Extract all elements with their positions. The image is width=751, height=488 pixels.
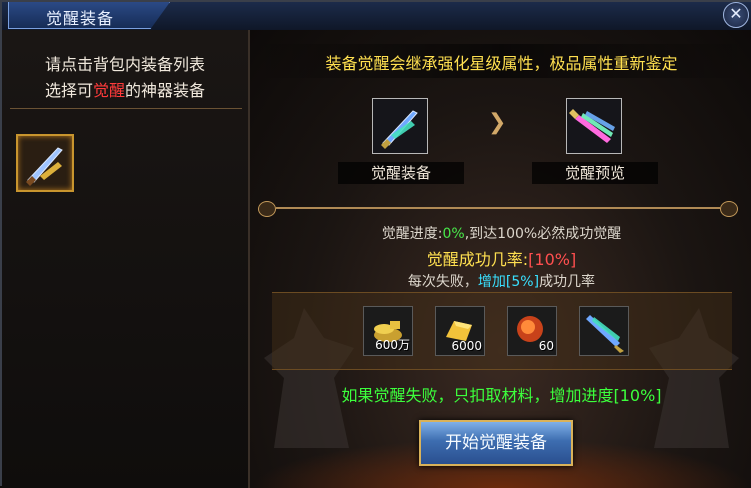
equipment-list-panel: 请点击背包内装备列表 选择可觉醒的神器装备 (2, 30, 250, 488)
success-rate-label: 觉醒成功几率: (426, 250, 529, 269)
failure-notice: 如果觉醒失败，只扣取材料，增加进度[10%] (341, 386, 662, 405)
window-title: 觉醒装备 (46, 9, 115, 28)
title-bar: 觉醒装备 ✕ (2, 2, 751, 31)
divider-cap (258, 201, 276, 217)
awaken-equipment-slot[interactable] (372, 98, 428, 154)
glowing-sword-icon (569, 109, 615, 143)
fail-note-text: 成功几率 (539, 274, 596, 290)
materials-strip (272, 292, 732, 370)
subtitle: 装备觉醒会继承强化星级属性，极品属性重新鉴定 (325, 54, 678, 73)
material-quantity: 60 (538, 339, 554, 353)
close-button[interactable]: ✕ (723, 2, 749, 28)
sword-icon (586, 315, 624, 353)
awaken-panel: 装备觉醒会继承强化星级属性，极品属性重新鉴定 觉醒装备 ❯ 觉醒预览 觉醒进度:… (250, 30, 751, 488)
divider-cap (720, 201, 738, 217)
awaken-preview-label: 觉醒预览 (532, 162, 658, 184)
divider (10, 108, 242, 109)
awaken-window: 觉醒装备 ✕ 请点击背包内装备列表 选择可觉醒的神器装备 装备觉醒会继承强化星级… (0, 0, 751, 488)
hint-text: 选择可 (44, 81, 93, 100)
success-rate: 觉醒成功几率:[10%] (250, 246, 751, 270)
success-rate-value: [10%] (528, 250, 577, 269)
progress-value: 0% (442, 226, 465, 242)
fail-note-highlight: 增加[5%] (477, 274, 540, 290)
ornamental-divider (258, 201, 738, 217)
material-gold-coins[interactable]: 600万 (363, 306, 413, 356)
sword-icon (381, 110, 418, 149)
start-awaken-button[interactable]: 开始觉醒装备 (419, 420, 573, 466)
progress-note: ,到达100%必然成功觉醒 (464, 226, 622, 242)
equipment-list-item[interactable] (16, 134, 74, 192)
material-quantity: 600万 (375, 338, 410, 352)
hint-highlight: 觉醒 (92, 81, 125, 100)
material-sword[interactable] (579, 306, 629, 356)
selection-hint: 请点击背包内装备列表 选择可觉醒的神器装备 (2, 52, 248, 104)
awaken-preview-slot[interactable] (566, 98, 622, 154)
progress-label: 觉醒进度: (381, 226, 443, 242)
material-quantity: 6000 (451, 339, 482, 353)
chevron-right-icon: ❯ (488, 110, 507, 135)
material-fire-orb[interactable]: 60 (507, 306, 557, 356)
material-gold-ingot[interactable]: 6000 (435, 306, 485, 356)
fail-note-text: 每次失败， (407, 274, 478, 290)
sword-icon (26, 147, 63, 186)
hint-line-2: 选择可觉醒的神器装备 (2, 78, 248, 104)
divider-line (276, 207, 720, 209)
awaken-progress: 觉醒进度:0%,到达100%必然成功觉醒 (250, 223, 751, 243)
hint-text: 的神器装备 (125, 81, 206, 100)
failure-bonus-note: 每次失败，增加[5%]成功几率 (250, 271, 751, 291)
awaken-equipment-label: 觉醒装备 (338, 162, 464, 184)
hint-line-1: 请点击背包内装备列表 (44, 55, 205, 74)
